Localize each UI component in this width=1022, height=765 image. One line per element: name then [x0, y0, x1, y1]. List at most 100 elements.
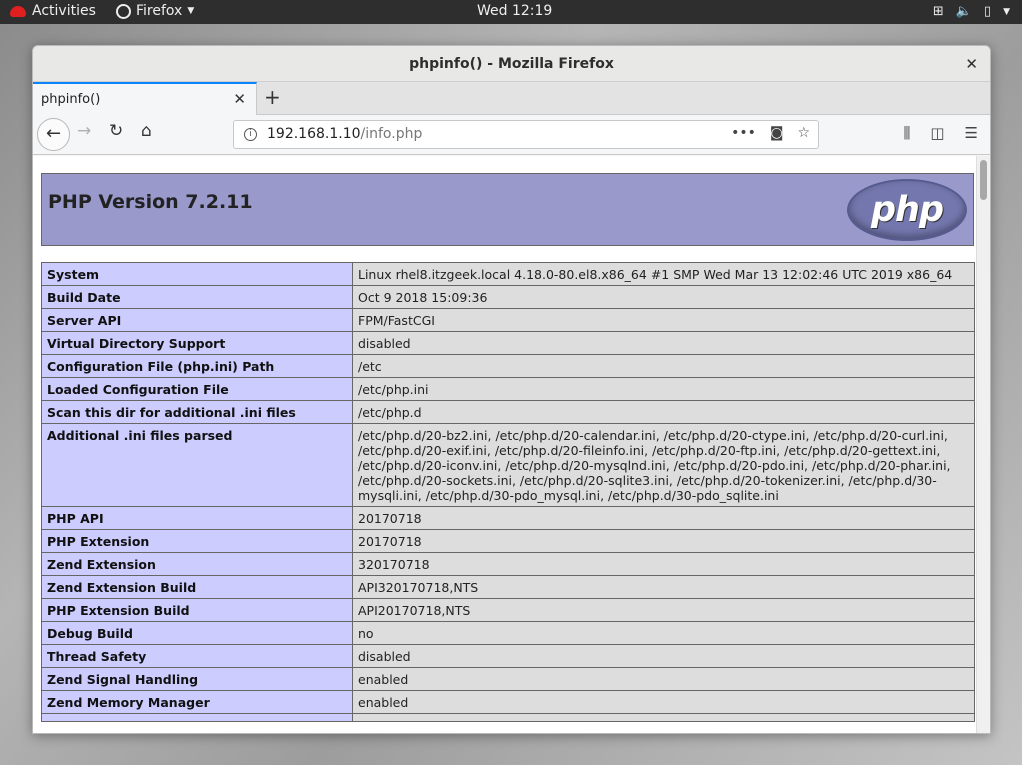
- tab-label: phpinfo(): [41, 92, 101, 107]
- row-value: [352, 713, 975, 722]
- row-key: Zend Extension: [41, 552, 353, 576]
- row-value: enabled: [352, 690, 975, 714]
- row-value: FPM/FastCGI: [352, 308, 975, 332]
- firefox-window: phpinfo() - Mozilla Firefox ✕ phpinfo() …: [32, 45, 991, 734]
- table-row: Configuration File (php.ini) Path/etc: [41, 354, 975, 378]
- table-row: Zend Extension 320170718: [41, 552, 975, 576]
- row-key: Zend Signal Handling: [41, 667, 353, 691]
- row-value: Oct 9 2018 15:09:36: [352, 285, 975, 309]
- row-value: disabled: [352, 644, 975, 668]
- table-row: Loaded Configuration File/etc/php.ini: [41, 377, 975, 401]
- system-tray[interactable]: ⊞ 🔈 ▯ ▼: [933, 4, 1010, 19]
- row-key: Virtual Directory Support: [41, 331, 353, 355]
- info-icon[interactable]: i: [244, 128, 257, 141]
- gnome-top-bar: Activities Firefox ▼ Wed 12:19 ⊞ 🔈 ▯ ▼: [0, 0, 1022, 24]
- app-menu-label: Firefox: [136, 3, 183, 19]
- table-row: Zend Extension Build API320170718,NTS: [41, 575, 975, 599]
- reload-icon[interactable]: ↻: [109, 121, 123, 141]
- forward-icon[interactable]: →: [77, 121, 91, 141]
- window-titlebar: phpinfo() - Mozilla Firefox ✕: [33, 46, 990, 82]
- row-key: Debug Build: [41, 621, 353, 645]
- row-value: 20170718: [352, 506, 975, 530]
- row-value: /etc: [352, 354, 975, 378]
- row-value: no: [352, 621, 975, 645]
- row-key: Loaded Configuration File: [41, 377, 353, 401]
- url-bar[interactable]: i 192.168.1.10/info.php ••• ◙ ☆: [233, 120, 819, 149]
- php-version-header: PHP Version 7.2.11 php: [41, 173, 974, 246]
- window-title: phpinfo() - Mozilla Firefox: [409, 56, 614, 72]
- row-value: /etc/php.d: [352, 400, 975, 424]
- table-row: PHP API 20170718: [41, 506, 975, 530]
- table-row: PHP Extension 20170718: [41, 529, 975, 553]
- table-row: [41, 713, 975, 722]
- page-content: PHP Version 7.2.11 php System Linux rhel8…: [33, 156, 978, 733]
- back-icon[interactable]: ←: [37, 118, 70, 151]
- row-key: Scan this dir for additional .ini files: [41, 400, 353, 424]
- table-row: Scan this dir for additional .ini files /…: [41, 400, 975, 424]
- chevron-down-icon: ▼: [187, 6, 195, 16]
- table-row: Zend Memory Manager enabled: [41, 690, 975, 714]
- volume-icon: 🔈: [955, 4, 972, 19]
- url-text[interactable]: 192.168.1.10/info.php: [267, 126, 422, 142]
- row-key: Build Date: [41, 285, 353, 309]
- table-row: Server API FPM/FastCGI: [41, 308, 975, 332]
- table-row: PHP Extension Build API20170718,NTS: [41, 598, 975, 622]
- url-host: 192.168.1.10: [267, 126, 361, 142]
- row-key: PHP Extension: [41, 529, 353, 553]
- row-value: /etc/php.d/20-bz2.ini, /etc/php.d/20-cal…: [352, 423, 975, 507]
- star-icon[interactable]: ☆: [797, 125, 810, 141]
- row-value: /etc/php.ini: [352, 377, 975, 401]
- row-value: 320170718: [352, 552, 975, 576]
- row-value: enabled: [352, 667, 975, 691]
- php-logo-text: php: [870, 190, 944, 230]
- activities-label: Activities: [32, 3, 96, 19]
- url-actions: ••• ◙ ☆: [731, 125, 810, 141]
- row-value: disabled: [352, 331, 975, 355]
- row-key: PHP API: [41, 506, 353, 530]
- row-key: [41, 713, 353, 722]
- scrollbar[interactable]: [976, 156, 990, 733]
- tab-phpinfo[interactable]: phpinfo() ✕: [33, 82, 257, 115]
- tab-strip: phpinfo() ✕ +: [33, 82, 990, 115]
- pocket-icon[interactable]: ◙: [770, 125, 784, 141]
- window-close-button[interactable]: ✕: [965, 46, 978, 82]
- chevron-down-icon: ▼: [1003, 6, 1010, 17]
- tab-close-icon[interactable]: ✕: [233, 90, 246, 108]
- table-row: Zend Signal Handling enabled: [41, 667, 975, 691]
- scrollbar-thumb[interactable]: [980, 160, 987, 200]
- menu-icon[interactable]: ☰: [965, 124, 978, 142]
- library-icon[interactable]: ⫼: [903, 124, 910, 142]
- table-row: System Linux rhel8.itzgeek.local 4.18.0-8…: [41, 262, 975, 286]
- phpinfo-table: System Linux rhel8.itzgeek.local 4.18.0-8…: [41, 262, 975, 722]
- row-value: Linux rhel8.itzgeek.local 4.18.0-80.el8.…: [352, 262, 975, 286]
- page-title: PHP Version 7.2.11: [48, 191, 253, 213]
- battery-icon: ▯: [983, 4, 992, 19]
- sidebar-icon[interactable]: ◫: [930, 124, 944, 142]
- toolbar-right: ⫼ ◫ ☰: [903, 124, 978, 142]
- table-row: Debug Build no: [41, 621, 975, 645]
- row-key: Thread Safety: [41, 644, 353, 668]
- row-key: Additional .ini files parsed: [41, 423, 353, 507]
- redhat-icon: [10, 5, 26, 17]
- network-icon: ⊞: [932, 4, 944, 19]
- php-logo[interactable]: php: [847, 179, 967, 241]
- row-key: Server API: [41, 308, 353, 332]
- home-icon[interactable]: ⌂: [141, 121, 152, 141]
- row-value: 20170718: [352, 529, 975, 553]
- new-tab-button[interactable]: +: [264, 85, 281, 109]
- table-row: Build Date Oct 9 2018 15:09:36: [41, 285, 975, 309]
- app-menu[interactable]: Firefox ▼: [116, 3, 194, 19]
- row-value: API20170718,NTS: [352, 598, 975, 622]
- clock[interactable]: Wed 12:19: [477, 3, 552, 19]
- row-key: Zend Extension Build: [41, 575, 353, 599]
- navigation-toolbar: ← → ↻ ⌂ i 192.168.1.10/info.php ••• ◙ ☆ …: [33, 115, 990, 155]
- row-key: System: [41, 262, 353, 286]
- phpinfo-table-body: System Linux rhel8.itzgeek.local 4.18.0-8…: [41, 262, 975, 722]
- row-value: API320170718,NTS: [352, 575, 975, 599]
- more-icon[interactable]: •••: [731, 125, 756, 141]
- row-key: Configuration File (php.ini) Path: [41, 354, 353, 378]
- table-row: Virtual Directory Support disabled: [41, 331, 975, 355]
- table-row: Additional .ini files parsed/etc/php.d/2…: [41, 423, 975, 507]
- activities-button[interactable]: Activities: [10, 3, 96, 19]
- table-row: Thread Safety disabled: [41, 644, 975, 668]
